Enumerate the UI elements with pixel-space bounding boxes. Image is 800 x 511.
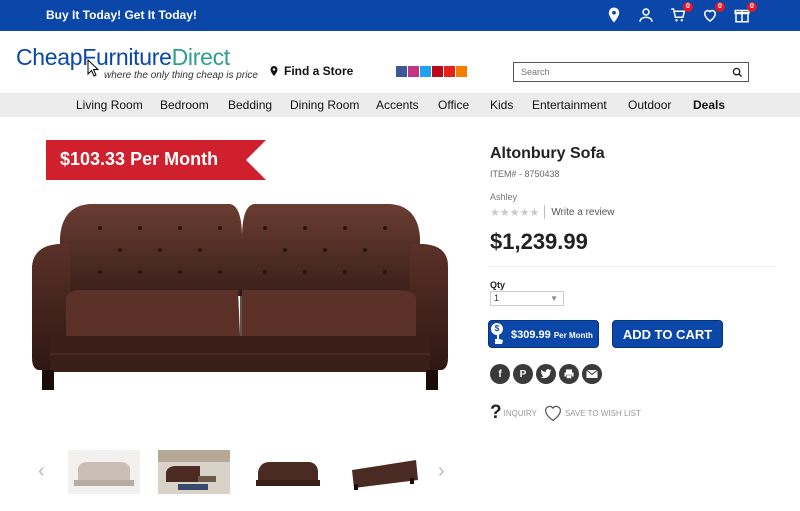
question-icon: ? [490,402,502,423]
thumbnail-prev-arrow-icon[interactable]: ‹ [38,460,45,483]
thumbnail-2[interactable] [158,450,230,494]
print-icon[interactable] [559,364,579,384]
instagram-icon[interactable] [408,66,419,77]
add-to-cart-button[interactable]: ADD TO CART [612,320,723,348]
monthly-price-banner[interactable]: $103.33 Per Month [46,140,266,180]
twitter-icon[interactable] [420,66,431,77]
share-icons: f P [490,364,602,384]
thumbnail-1[interactable] [68,450,140,494]
thumbnail-strip: ‹ › [30,448,450,498]
product-price: $1,239.99 [490,229,588,254]
item-number: ITEM# - 8750438 [490,169,560,179]
main-nav: Living Room Bedroom Bedding Dining Room … [0,93,800,117]
inquiry-link[interactable]: INQUIRY [504,409,537,418]
logo-tagline: where the only thing cheap is price [104,70,258,81]
youtube-icon[interactable] [444,66,455,77]
location-icon[interactable] [604,5,624,25]
product-rating: ★★★★★ Write a review [490,205,614,219]
product-main-image[interactable] [30,198,450,398]
star-rating-icon: ★★★★★ [490,206,540,219]
nav-deals[interactable]: Deals [693,98,725,112]
rating-divider [544,205,546,219]
map-pin-icon [270,66,278,76]
search-box [513,62,749,82]
nav-outdoor[interactable]: Outdoor [628,98,671,112]
nav-kids[interactable]: Kids [490,98,513,112]
price-divider [490,266,775,267]
header-icons: 0 0 0 [604,2,757,25]
gift-badge: 0 [747,2,757,12]
top-promo-bar: Buy It Today! Get It Today! 0 0 0 [0,0,800,31]
pinterest-icon[interactable] [432,66,443,77]
social-links [396,66,467,77]
banner-text: $103.33 Per Month [60,149,219,169]
logo-direct: Direct [171,44,231,70]
thumbnail-4[interactable] [348,450,420,494]
nav-bedroom[interactable]: Bedroom [160,98,209,112]
nav-entertainment[interactable]: Entertainment [532,98,607,112]
find-store-label: Find a Store [284,64,354,78]
product-action-links: ? INQUIRY SAVE TO WISH LIST [490,402,641,424]
chevron-down-icon: ▼ [550,294,558,303]
search-icon[interactable] [726,67,748,78]
facebook-icon[interactable] [396,66,407,77]
nav-living-room[interactable]: Living Room [76,98,143,112]
nav-dining-room[interactable]: Dining Room [290,98,359,112]
promo-text: Buy It Today! Get It Today! [46,8,197,22]
site-logo[interactable]: CheapFurnitureDirect where the only thin… [16,45,258,81]
cart-icon[interactable]: 0 [668,2,693,25]
search-input[interactable] [514,63,726,81]
facebook-share-icon[interactable]: f [490,364,510,384]
account-icon[interactable] [636,5,656,25]
thumbnail-3[interactable] [252,450,324,494]
qty-label: Qty [490,280,506,290]
monthly-suffix: Per Month [553,331,593,340]
qty-value: 1 [494,293,500,303]
nav-bedding[interactable]: Bedding [228,98,272,112]
find-store-link[interactable]: Find a Store [268,64,353,78]
site-header: CheapFurnitureDirect where the only thin… [0,31,800,93]
blogger-icon[interactable] [456,66,467,77]
product-vendor[interactable]: Ashley [490,192,517,202]
monthly-amount: $309.99 [511,329,551,341]
cart-badge: 0 [683,2,693,12]
nav-accents[interactable]: Accents [376,98,419,112]
thumbnail-next-arrow-icon[interactable]: › [438,460,445,483]
mouse-cursor-icon [87,59,100,77]
write-review-link[interactable]: Write a review [551,207,614,218]
twitter-share-icon[interactable] [536,364,556,384]
logo-cheap: Cheap [16,44,83,70]
gift-icon[interactable]: 0 [732,2,757,25]
save-to-wishlist-link[interactable]: SAVE TO WISH LIST [565,409,641,418]
heart-icon[interactable]: 0 [700,2,725,25]
pinterest-share-icon[interactable]: P [513,364,533,384]
email-icon[interactable] [582,364,602,384]
nav-office[interactable]: Office [438,98,469,112]
product-title: Altonbury Sofa [490,145,605,162]
wishlist-heart-icon[interactable] [543,404,563,422]
wishlist-badge: 0 [715,2,725,12]
monthly-payment-button[interactable]: $ $309.99 Per Month [488,320,599,348]
qty-select[interactable]: 1 ▼ [490,291,564,306]
pointing-hand-icon [495,334,503,344]
